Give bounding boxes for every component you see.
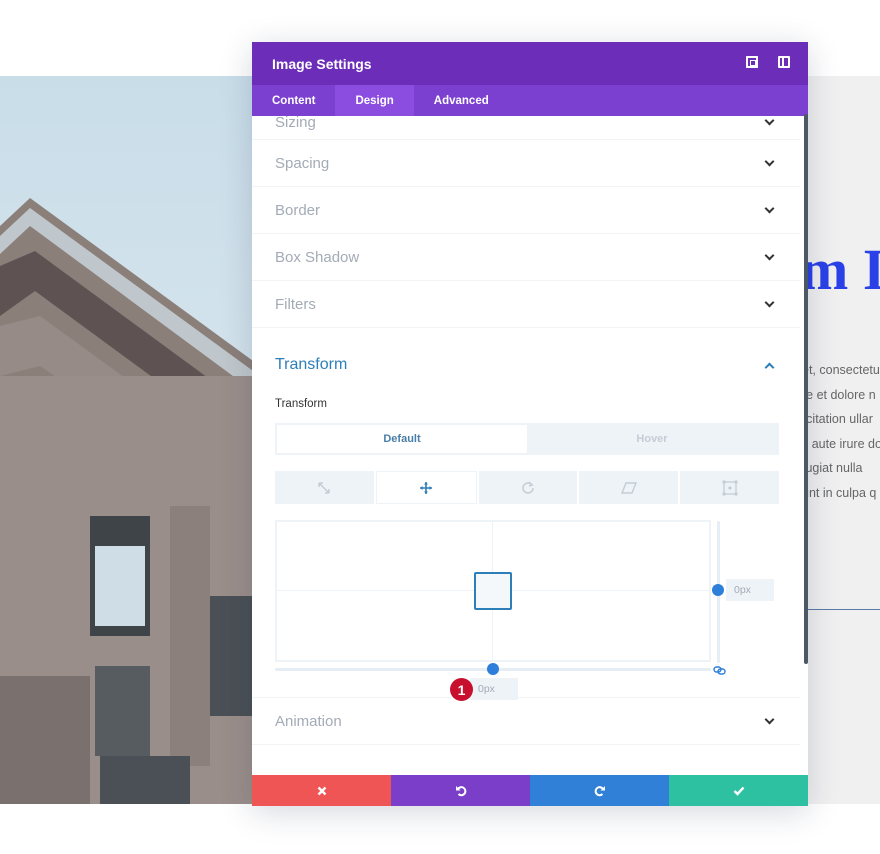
section-border[interactable]: Border [252, 187, 800, 234]
expand-icon[interactable] [746, 56, 758, 68]
tab-design[interactable]: Design [335, 85, 414, 116]
rotate-icon [522, 480, 534, 494]
modal-scrollbar[interactable] [804, 114, 808, 664]
chevron-up-icon [764, 362, 775, 372]
chevron-down-icon [764, 714, 775, 724]
chevron-down-icon [764, 250, 775, 260]
state-hover-button[interactable]: Hover [527, 425, 777, 453]
skew-tool-button[interactable] [579, 471, 679, 504]
section-box-shadow[interactable]: Box Shadow [252, 234, 800, 281]
translate-tool-button[interactable] [375, 471, 477, 504]
modal-title: Image Settings [272, 55, 372, 72]
undo-icon [455, 785, 466, 796]
section-label: Transform [275, 356, 348, 373]
skew-icon [620, 481, 637, 494]
rotate-tool-button[interactable] [478, 471, 578, 504]
section-transform: Transform Transform Default Hover 0px 0p… [252, 328, 800, 701]
divider [800, 609, 880, 610]
section-label: Spacing [275, 154, 330, 172]
scale-icon [318, 481, 331, 494]
transform-field-label: Transform [275, 398, 327, 410]
page-content-right: m Ip et, consectetu re et dolore n rcita… [800, 76, 880, 804]
close-icon [317, 786, 326, 795]
modal-body: Sizing Spacing Border Box Shadow Filters [252, 116, 808, 775]
header-icons [746, 56, 790, 68]
section-label: Filters [275, 295, 316, 313]
transform-header[interactable]: Transform [252, 328, 800, 388]
page-heading: m Ip [800, 237, 880, 302]
translate-y-slider-handle[interactable] [712, 584, 724, 596]
save-button[interactable] [669, 775, 808, 806]
state-toggle: Default Hover [275, 423, 779, 455]
section-sizing[interactable]: Sizing [252, 116, 800, 140]
sidebar-toggle-icon[interactable] [778, 56, 790, 68]
check-icon [733, 786, 744, 796]
scale-tool-button[interactable] [275, 471, 374, 504]
move-icon [420, 481, 433, 494]
translate-preview-box[interactable] [474, 572, 512, 610]
modal-footer [252, 775, 808, 806]
modal-tabs: Content Design Advanced [252, 85, 808, 116]
page-paragraph: et, consectetu re et dolore n rcitation … [802, 363, 880, 500]
state-default-button[interactable]: Default [277, 425, 527, 453]
link-icon[interactable] [713, 666, 726, 675]
annotation-badge: 1 [450, 678, 473, 701]
chevron-down-icon [764, 203, 775, 213]
translate-x-input[interactable] [470, 678, 518, 700]
translate-pad[interactable] [275, 520, 711, 662]
redo-button[interactable] [530, 775, 669, 806]
tab-advanced[interactable]: Advanced [414, 85, 509, 116]
section-label: Sizing [275, 116, 316, 131]
cancel-button[interactable] [252, 775, 391, 806]
image-settings-modal: Image Settings Content Design Advanced S… [252, 42, 808, 806]
section-label: Border [275, 201, 321, 219]
page: m Ip et, consectetu re et dolore n rcita… [0, 0, 880, 854]
section-animation[interactable]: Animation [252, 698, 800, 745]
tab-content[interactable]: Content [252, 85, 335, 116]
transform-tool-row [275, 471, 779, 504]
redo-icon [594, 785, 605, 796]
section-label: Animation [275, 712, 342, 730]
origin-tool-button[interactable] [680, 471, 779, 504]
section-spacing[interactable]: Spacing [252, 140, 800, 187]
chevron-down-icon [764, 116, 775, 125]
undo-button[interactable] [391, 775, 530, 806]
section-label: Box Shadow [275, 248, 360, 266]
section-filters[interactable]: Filters [252, 281, 800, 328]
translate-y-input[interactable] [726, 579, 774, 601]
translate-x-slider-handle[interactable] [487, 663, 499, 675]
origin-icon [721, 479, 738, 496]
chevron-down-icon [764, 297, 775, 307]
chevron-down-icon [764, 156, 775, 166]
modal-header[interactable]: Image Settings [252, 42, 808, 85]
building-photo [0, 76, 260, 804]
